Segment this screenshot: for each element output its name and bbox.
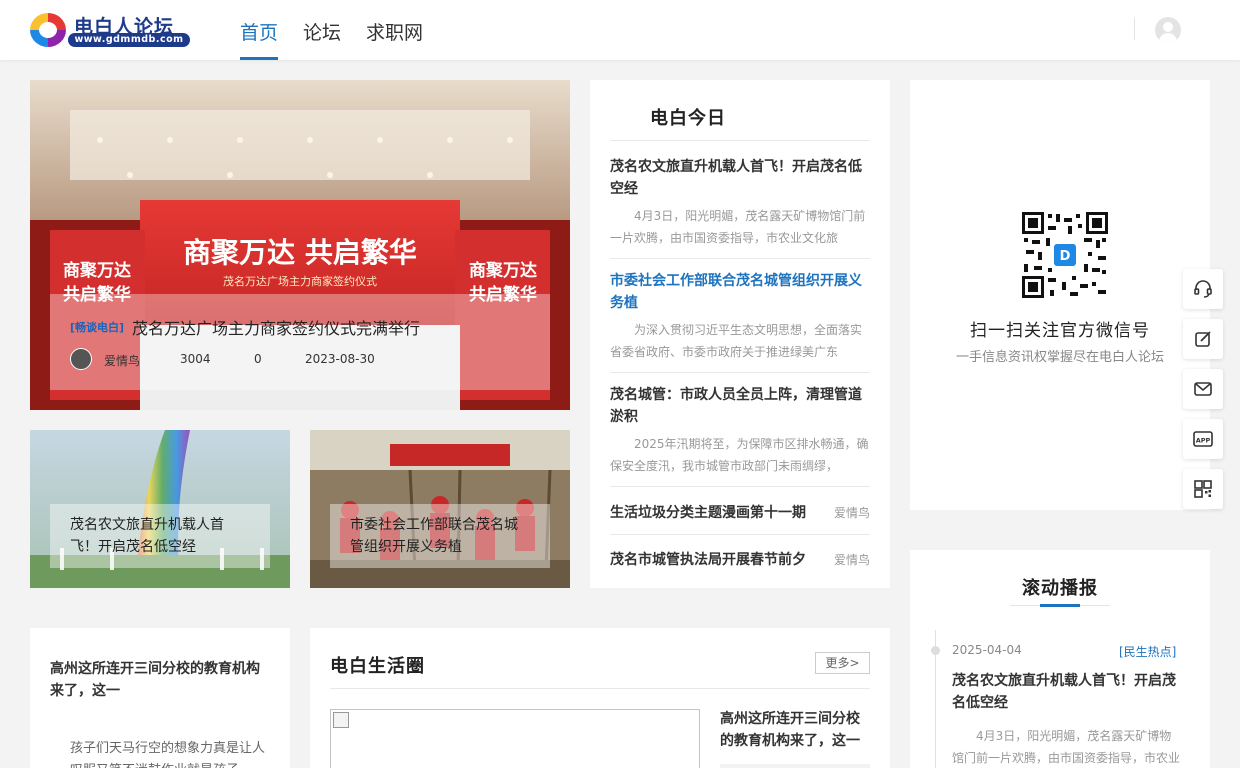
hero-banner-left-1: 商聚万达 [63, 260, 131, 281]
featured-post-title[interactable]: 高州这所连开三间分校的教育机构来了，这一 [50, 658, 270, 702]
today-row-title-2[interactable]: 茂名市城管执法局开展春节前夕 [610, 549, 810, 569]
today-article-summary-1: 4月3日，阳光明媚，茂名露天矿博物馆门前一片欢腾，由市国资委指导，市农业文化旅 [610, 209, 866, 245]
customer-service-button[interactable] [1183, 269, 1223, 309]
today-title-divider [610, 140, 870, 141]
hero-author[interactable]: 爱情鸟 [104, 352, 140, 369]
qrcode-icon [1194, 480, 1212, 498]
thumb-card-1[interactable]: 茂名农文旅直升机载人首飞！开启茂名低空经 [30, 430, 290, 588]
app-icon: APP [1193, 431, 1213, 447]
site-header: 电白人论坛 www.gdmmdb.com 首页 论坛 求职网 [0, 0, 1240, 60]
nav-item-jobs[interactable]: 求职网 [366, 18, 423, 45]
today-row-title-1[interactable]: 生活垃圾分类主题漫画第十一期 [610, 502, 810, 522]
timeline-dot [931, 646, 940, 655]
hero-banner-right-1: 商聚万达 [469, 260, 537, 281]
thumb-card-2[interactable]: 市委社会工作部联合茂名城管组织开展义务植 [310, 430, 570, 588]
today-article-title-2[interactable]: 市委社会工作部联合茂名城管组织开展义务植 [610, 270, 870, 314]
hero-title[interactable]: 茂名万达广场主力商家签约仪式完满举行 [132, 315, 420, 339]
site-logo[interactable]: 电白人论坛 www.gdmmdb.com [30, 12, 190, 48]
wechat-subtitle: 一手信息资讯权掌握尽在电白人论坛 [955, 350, 1164, 365]
featured-post-card[interactable]: 高州这所连开三间分校的教育机构来了，这一 孩子们天马行空的想象力真是让人叹服又笑… [30, 628, 290, 768]
wechat-qr-code: D [1022, 212, 1108, 298]
nav-item-home[interactable]: 首页 [240, 18, 278, 45]
today-article-title-1[interactable]: 茂名农文旅直升机载人首飞！开启茂名低空经 [610, 156, 870, 200]
hero-caption: [畅谈电白] 茂名万达广场主力商家签约仪式完满举行 爱情鸟 3004 0 202… [50, 294, 550, 390]
hero-slide[interactable]: 商聚万达 共启繁华 茂名万达广场主力商家签约仪式 商聚万达 共启繁华 商聚万达 … [30, 80, 570, 410]
author-avatar[interactable] [70, 348, 92, 370]
wechat-title: 扫一扫关注官方微信号 [970, 321, 1150, 341]
logo-url: www.gdmmdb.com [68, 33, 190, 47]
featured-post-excerpt: 孩子们天马行空的想象力真是让人叹服又笑不迷鼓作业就是孩子 [70, 741, 266, 768]
logo-mark [30, 13, 66, 47]
news-ticker-panel: 滚动播报 2025-04-04 [民生热点] 茂名农文旅直升机载人首飞！开启茂名… [910, 550, 1210, 768]
post-button[interactable] [1183, 319, 1223, 359]
life-side-title[interactable]: 高州这所连开三间分校的教育机构来了，这一 [720, 708, 870, 752]
svg-text:D: D [1060, 249, 1071, 264]
life-side-divider [720, 764, 870, 768]
nav-active-indicator [240, 57, 278, 60]
ticker-title: 滚动播报 [1022, 578, 1098, 599]
wechat-panel: D 扫一扫关注官方微信号 一手信息资讯权掌握尽在电白人论坛 [910, 80, 1210, 510]
hero-views: 3004 [180, 352, 211, 366]
mail-icon [1194, 382, 1212, 396]
hero-meta: 爱情鸟 3004 0 2023-08-30 [70, 348, 530, 370]
message-button[interactable] [1183, 369, 1223, 409]
today-row-author-1[interactable]: 爱情鸟 [834, 504, 870, 521]
hero-banner-main: 商聚万达 共启繁华 [183, 236, 417, 269]
broken-image-icon [333, 712, 349, 728]
life-panel: 电白生活圈 更多> 高州这所连开三间分校的教育机构来了，这一 [310, 628, 890, 768]
hero-date: 2023-08-30 [305, 352, 375, 366]
life-title-divider [330, 688, 870, 689]
thumb-caption-2: 市委社会工作部联合茂名城管组织开展义务植 [330, 504, 550, 568]
divider [610, 258, 870, 259]
hero-comments: 0 [254, 352, 262, 366]
more-button[interactable]: 更多> [815, 652, 870, 674]
today-article-summary-3: 2025年汛期将至，为保障市区排水畅通，确保安全度汛，我市城管市政部门未雨绸缪， [610, 437, 869, 473]
divider [610, 486, 870, 487]
today-article-title-3[interactable]: 茂名城管：市政人员全员上阵，清理管道淤积 [610, 384, 870, 428]
today-panel: 电白今日 茂名农文旅直升机载人首飞！开启茂名低空经 4月3日，阳光明媚，茂名露天… [590, 80, 890, 588]
divider [610, 372, 870, 373]
thumb-caption-1: 茂名农文旅直升机载人首飞！开启茂名低空经 [50, 504, 270, 568]
ticker-title-underline [1010, 604, 1110, 607]
ticker-date: 2025-04-04 [952, 643, 1022, 657]
today-title: 电白今日 [650, 108, 726, 129]
edit-icon [1195, 331, 1211, 347]
svg-text:APP: APP [1196, 437, 1211, 445]
ticker-item-summary: 4月3日，阳光明媚，茂名露天矿博物馆门前一片欢腾，由市国资委指导，市农业文化旅 [952, 729, 1181, 765]
today-article-summary-2: 为深入贯彻习近平生态文明思想，全面落实省委省政府、市委市政府关于推进绿美广东 [610, 323, 863, 359]
hero-category-tag[interactable]: [畅谈电白] [70, 319, 124, 335]
user-avatar[interactable] [1155, 17, 1181, 43]
header-divider [1134, 18, 1135, 40]
life-title: 电白生活圈 [330, 656, 425, 677]
ticker-item-title[interactable]: 茂名农文旅直升机载人首飞！开启茂名低空经 [952, 670, 1182, 714]
divider [610, 534, 870, 535]
today-row-author-2[interactable]: 爱情鸟 [834, 551, 870, 568]
hero-banner-sub: 茂名万达广场主力商家签约仪式 [223, 274, 377, 288]
nav-item-forum[interactable]: 论坛 [303, 18, 341, 45]
life-featured-image[interactable] [330, 709, 700, 768]
ticker-category-tag[interactable]: [民生热点] [1119, 643, 1176, 660]
headset-icon [1194, 280, 1212, 298]
qrcode-button[interactable] [1183, 469, 1223, 509]
app-download-button[interactable]: APP [1183, 419, 1223, 459]
